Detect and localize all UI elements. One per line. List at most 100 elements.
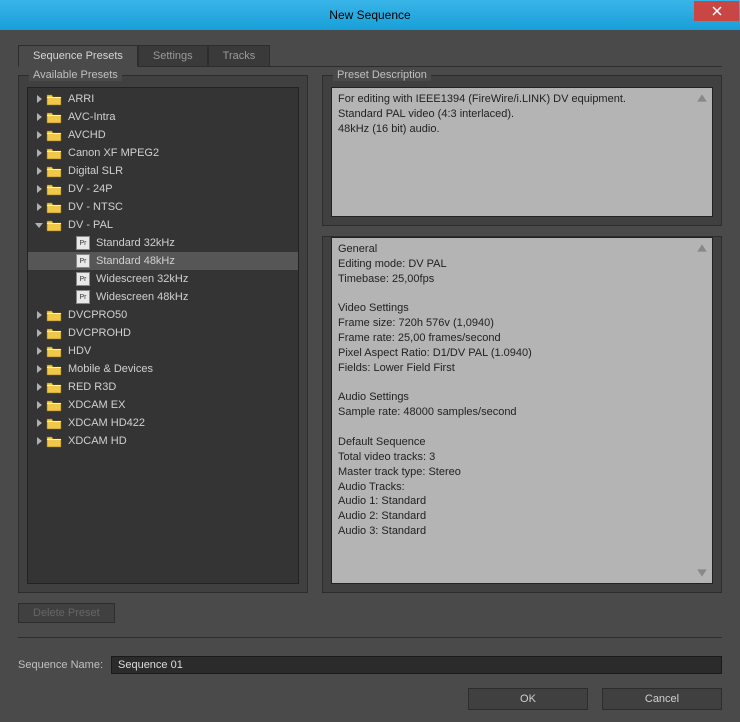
close-icon <box>712 6 722 16</box>
close-button[interactable] <box>694 1 739 21</box>
folder-icon <box>46 219 62 232</box>
tree-preset[interactable]: PrWidescreen 32kHz <box>28 270 298 288</box>
chevron-right-icon[interactable] <box>34 184 44 194</box>
chevron-right-icon[interactable] <box>34 346 44 356</box>
tree-folder[interactable]: DVCPRO50 <box>28 306 298 324</box>
chevron-right-icon[interactable] <box>34 202 44 212</box>
details-line: Video Settings <box>338 301 698 316</box>
tree-folder[interactable]: XDCAM HD <box>28 432 298 450</box>
folder-icon <box>46 111 62 124</box>
details-line: Frame size: 720h 576v (1,0940) <box>338 316 698 331</box>
details-line: Default Sequence <box>338 435 698 450</box>
tree-folder[interactable]: XDCAM HD422 <box>28 414 298 432</box>
tree-preset[interactable]: Pr Standard 32kHz <box>28 234 298 252</box>
available-presets-title: Available Presets <box>29 69 122 81</box>
cancel-button[interactable]: Cancel <box>602 688 722 710</box>
tree-folder[interactable]: RED R3D <box>28 378 298 396</box>
scroll-up-icon <box>696 242 708 254</box>
preset-details-text: General Editing mode: DV PAL Timebase: 2… <box>331 237 713 584</box>
tree-preset-label: Standard 32kHz <box>96 237 175 249</box>
details-line: Total video tracks: 3 <box>338 450 698 465</box>
chevron-right-icon[interactable] <box>34 400 44 410</box>
tab-settings[interactable]: Settings <box>138 45 208 66</box>
tree-folder-label: HDV <box>68 345 91 357</box>
tab-sequence-presets[interactable]: Sequence Presets <box>18 45 138 67</box>
tree-folder[interactable]: DV - PAL <box>28 216 298 234</box>
preset-tree[interactable]: ARRI AVC-Intra AVCHD Canon XF MPEG2 Digital … <box>27 87 299 584</box>
tree-folder-label: DV - 24P <box>68 183 113 195</box>
tree-folder-label: DV - NTSC <box>68 201 123 213</box>
window-title: New Sequence <box>329 8 410 22</box>
scroll-down-icon <box>696 567 708 579</box>
tree-folder-label: XDCAM EX <box>68 399 125 411</box>
tree-folder[interactable]: ARRI <box>28 90 298 108</box>
folder-icon <box>46 435 62 448</box>
chevron-right-icon[interactable] <box>34 166 44 176</box>
tree-folder[interactable]: DV - 24P <box>28 180 298 198</box>
tree-folder[interactable]: DVCPROHD <box>28 324 298 342</box>
details-line: Audio 1: Standard <box>338 494 698 509</box>
chevron-right-icon[interactable] <box>34 148 44 158</box>
tree-folder-label: DV - PAL <box>68 219 113 231</box>
folder-icon <box>46 129 62 142</box>
window-titlebar: New Sequence <box>0 0 740 30</box>
tree-folder[interactable]: Digital SLR <box>28 162 298 180</box>
chevron-right-icon[interactable] <box>34 94 44 104</box>
details-line: Fields: Lower Field First <box>338 361 698 376</box>
tree-folder[interactable]: DV - NTSC <box>28 198 298 216</box>
tree-folder-label: ARRI <box>68 93 94 105</box>
delete-preset-button[interactable]: Delete Preset <box>18 603 115 623</box>
tree-folder[interactable]: AVCHD <box>28 126 298 144</box>
preset-icon: Pr <box>76 254 90 268</box>
details-line: Audio Tracks: <box>338 480 698 495</box>
tree-preset[interactable]: Pr Standard 48kHz <box>28 252 298 270</box>
scroll-up-icon <box>696 92 708 104</box>
ok-button[interactable]: OK <box>468 688 588 710</box>
tree-folder[interactable]: Mobile & Devices <box>28 360 298 378</box>
tree-folder-label: Digital SLR <box>68 165 123 177</box>
folder-icon <box>46 363 62 376</box>
chevron-right-icon[interactable] <box>34 418 44 428</box>
details-line: Pixel Aspect Ratio: D1/DV PAL (1.0940) <box>338 346 698 361</box>
folder-icon <box>46 381 62 394</box>
details-line: Audio 2: Standard <box>338 509 698 524</box>
chevron-right-icon[interactable] <box>34 436 44 446</box>
tree-folder[interactable]: XDCAM EX <box>28 396 298 414</box>
chevron-right-icon[interactable] <box>34 130 44 140</box>
sequence-name-label: Sequence Name: <box>18 659 103 671</box>
chevron-down-icon[interactable] <box>34 220 44 230</box>
preset-icon: Pr <box>76 290 90 304</box>
preset-icon: Pr <box>76 236 90 250</box>
chevron-right-icon[interactable] <box>34 382 44 392</box>
tree-folder[interactable]: AVC-Intra <box>28 108 298 126</box>
tree-folder-label: XDCAM HD422 <box>68 417 145 429</box>
preset-description-title: Preset Description <box>333 69 431 81</box>
tree-preset[interactable]: PrWidescreen 48kHz <box>28 288 298 306</box>
details-line: Audio Settings <box>338 390 698 405</box>
details-line: General <box>338 242 698 257</box>
tree-folder[interactable]: HDV <box>28 342 298 360</box>
folder-icon <box>46 309 62 322</box>
tree-folder-label: XDCAM HD <box>68 435 127 447</box>
preset-description-text: For editing with IEEE1394 (FireWire/i.LI… <box>331 87 713 217</box>
tree-folder-label: DVCPRO50 <box>68 309 127 321</box>
chevron-right-icon[interactable] <box>34 112 44 122</box>
chevron-right-icon[interactable] <box>34 328 44 338</box>
tree-folder-label: Canon XF MPEG2 <box>68 147 159 159</box>
chevron-right-icon[interactable] <box>34 310 44 320</box>
folder-icon <box>46 183 62 196</box>
folder-icon <box>46 327 62 340</box>
tab-tracks[interactable]: Tracks <box>208 45 271 66</box>
details-line: Master track type: Stereo <box>338 465 698 480</box>
preset-description-panel: Preset Description For editing with IEEE… <box>322 75 722 593</box>
folder-icon <box>46 201 62 214</box>
chevron-right-icon[interactable] <box>34 364 44 374</box>
folder-icon <box>46 417 62 430</box>
tree-folder[interactable]: Canon XF MPEG2 <box>28 144 298 162</box>
folder-icon <box>46 399 62 412</box>
sequence-name-input[interactable] <box>111 656 722 674</box>
tree-preset-label: Standard 48kHz <box>96 255 175 267</box>
tree-folder-label: AVCHD <box>68 129 106 141</box>
folder-icon <box>46 93 62 106</box>
tree-folder-label: Mobile & Devices <box>68 363 153 375</box>
